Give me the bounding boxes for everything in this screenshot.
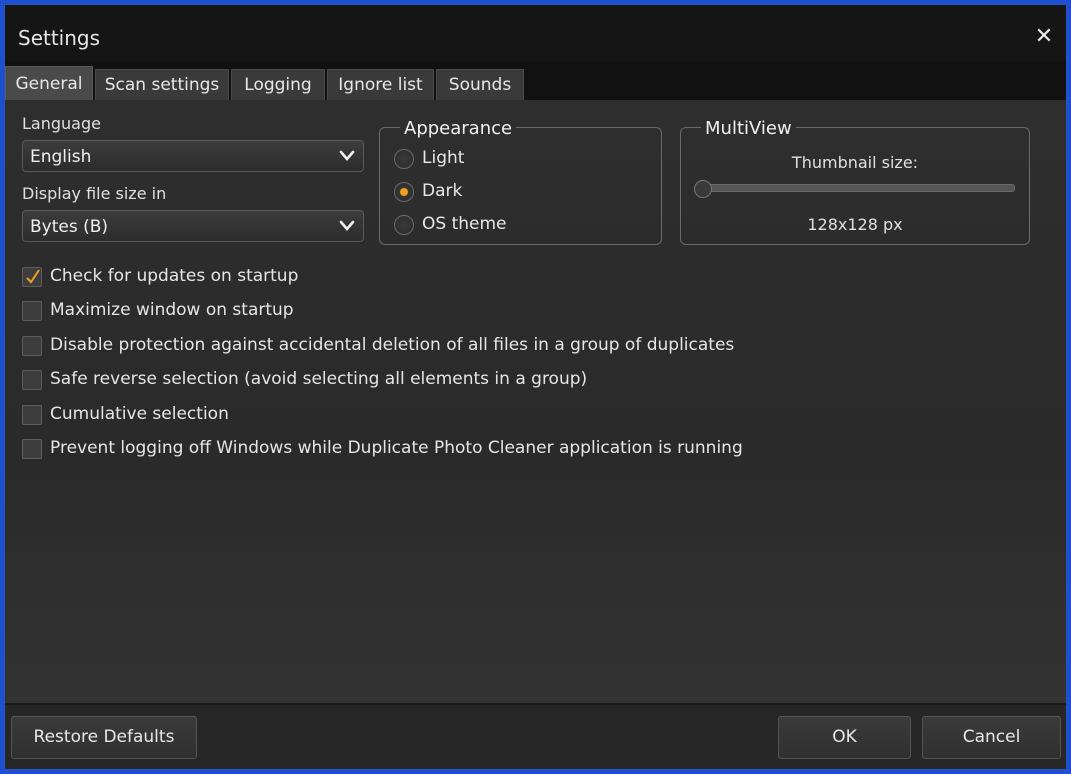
title-bar: Settings ✕ bbox=[5, 5, 1066, 61]
tab-scan-settings[interactable]: Scan settings bbox=[95, 69, 229, 100]
radio-dark-label: Dark bbox=[422, 181, 463, 201]
close-icon: ✕ bbox=[1034, 24, 1054, 49]
tab-logging[interactable]: Logging bbox=[231, 69, 325, 100]
checkbox[interactable] bbox=[22, 370, 42, 390]
chevron-down-icon bbox=[339, 220, 355, 231]
checkbox-label: Disable protection against accidental de… bbox=[50, 335, 735, 355]
general-panel: Language English Display file size in By… bbox=[5, 100, 1066, 705]
chevron-down-icon bbox=[339, 150, 355, 161]
restore-defaults-button[interactable]: Restore Defaults bbox=[11, 716, 197, 759]
checkbox[interactable] bbox=[22, 336, 42, 356]
dialog-footer: Restore Defaults OK Cancel bbox=[5, 703, 1066, 769]
file-size-label: Display file size in bbox=[22, 184, 167, 203]
tab-sounds[interactable]: Sounds bbox=[436, 69, 524, 100]
thumbnail-size-value: 128x128 px bbox=[807, 215, 903, 234]
ok-button[interactable]: OK bbox=[778, 716, 911, 759]
settings-window: Settings ✕ General Scan settings Logging… bbox=[4, 4, 1067, 770]
thumbnail-size-slider[interactable] bbox=[695, 184, 1015, 192]
slider-thumb[interactable] bbox=[694, 180, 712, 198]
tab-general[interactable]: General bbox=[5, 66, 93, 100]
thumbnail-size-label: Thumbnail size: bbox=[791, 153, 919, 172]
checkbox[interactable] bbox=[22, 301, 42, 321]
checkbox-label: Prevent logging off Windows while Duplic… bbox=[50, 438, 743, 458]
multiview-title: MultiView bbox=[701, 118, 796, 139]
appearance-group: Appearance Light Dark OS theme bbox=[379, 118, 662, 245]
file-size-value: Bytes (B) bbox=[30, 217, 109, 237]
radio-button[interactable] bbox=[394, 215, 414, 235]
appearance-title: Appearance bbox=[400, 118, 517, 139]
checkmark-icon bbox=[26, 269, 40, 284]
file-size-select[interactable]: Bytes (B) bbox=[22, 210, 364, 242]
radio-button[interactable] bbox=[394, 149, 414, 169]
radio-light-label: Light bbox=[422, 148, 465, 168]
language-value: English bbox=[30, 147, 92, 167]
language-select[interactable]: English bbox=[22, 140, 364, 172]
radio-os-theme-label: OS theme bbox=[422, 214, 507, 234]
checkbox-label: Check for updates on startup bbox=[50, 266, 299, 286]
checkbox[interactable] bbox=[22, 405, 42, 425]
checkbox[interactable] bbox=[22, 267, 42, 287]
cancel-button[interactable]: Cancel bbox=[922, 716, 1061, 759]
checkbox-label: Cumulative selection bbox=[50, 404, 229, 424]
tab-ignore-list[interactable]: Ignore list bbox=[327, 69, 434, 100]
radio-button[interactable] bbox=[394, 182, 414, 202]
multiview-group: MultiView Thumbnail size: 128x128 px bbox=[680, 118, 1030, 245]
checkbox-label: Safe reverse selection (avoid selecting … bbox=[50, 369, 588, 389]
tab-strip: General Scan settings Logging Ignore lis… bbox=[5, 61, 1066, 100]
checkbox-label: Maximize window on startup bbox=[50, 300, 294, 320]
close-button[interactable]: ✕ bbox=[1032, 25, 1056, 49]
window-title: Settings bbox=[18, 26, 101, 50]
language-label: Language bbox=[22, 114, 101, 133]
checkbox[interactable] bbox=[22, 439, 42, 459]
